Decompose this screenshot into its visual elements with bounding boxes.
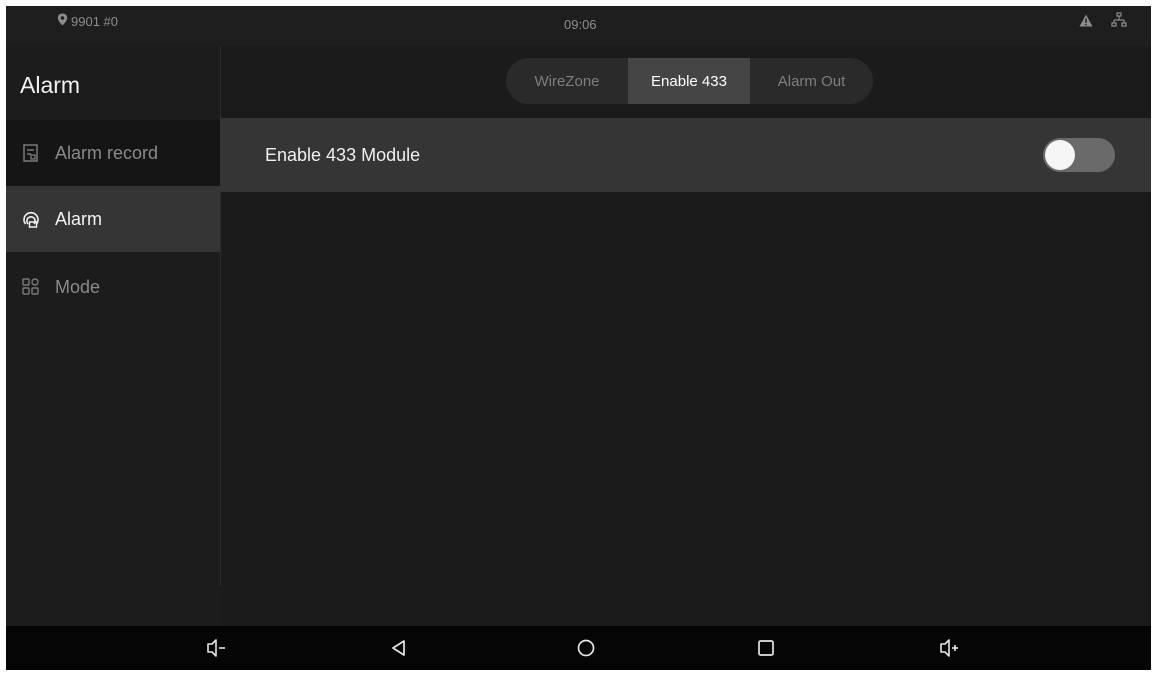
warning-icon[interactable] [1079, 14, 1093, 30]
sidebar-item-mode[interactable]: Mode [6, 260, 220, 314]
setting-label: Enable 433 Module [265, 145, 421, 165]
screen: 9901 #0 09:06 Alarm Alarm record Alarm M… [6, 6, 1151, 670]
page-title: Alarm [20, 72, 81, 98]
sidebar-item-alarm[interactable]: Alarm [6, 186, 220, 252]
sidebar-item-label: Alarm record [55, 142, 159, 163]
sidebar-item-label: Mode [55, 276, 101, 297]
clock: 09:06 [564, 17, 597, 32]
tab-enable-433[interactable]: Enable 433 [628, 58, 750, 104]
tab-wirezone[interactable]: WireZone [506, 58, 628, 104]
setting-row-enable-433: Enable 433 Module [220, 118, 1151, 192]
home-icon[interactable] [571, 633, 601, 663]
device-location: 9901 #0 [57, 13, 118, 29]
enable-433-toggle[interactable] [1043, 138, 1115, 172]
tab-bar: WireZone Enable 433 Alarm Out [506, 58, 873, 104]
toggle-knob [1045, 140, 1075, 170]
network-icon[interactable] [1111, 12, 1127, 31]
sidebar: Alarm Alarm record Alarm Mode [6, 46, 220, 626]
sidebar-item-label: Alarm [55, 208, 103, 229]
sidebar-item-alarm-record[interactable]: Alarm record [6, 120, 220, 186]
system-nav-bar [6, 626, 1151, 670]
location-text: 9901 #0 [71, 13, 118, 29]
location-pin-icon [57, 13, 68, 29]
volume-down-icon[interactable] [202, 633, 232, 663]
alarm-icon [21, 209, 41, 229]
back-icon[interactable] [384, 633, 414, 663]
status-bar: 9901 #0 09:06 [6, 6, 1151, 46]
recents-icon[interactable] [751, 633, 781, 663]
document-icon [21, 143, 41, 163]
tab-alarm-out[interactable]: Alarm Out [750, 58, 873, 104]
volume-up-icon[interactable] [935, 633, 965, 663]
grid-icon [21, 277, 41, 297]
